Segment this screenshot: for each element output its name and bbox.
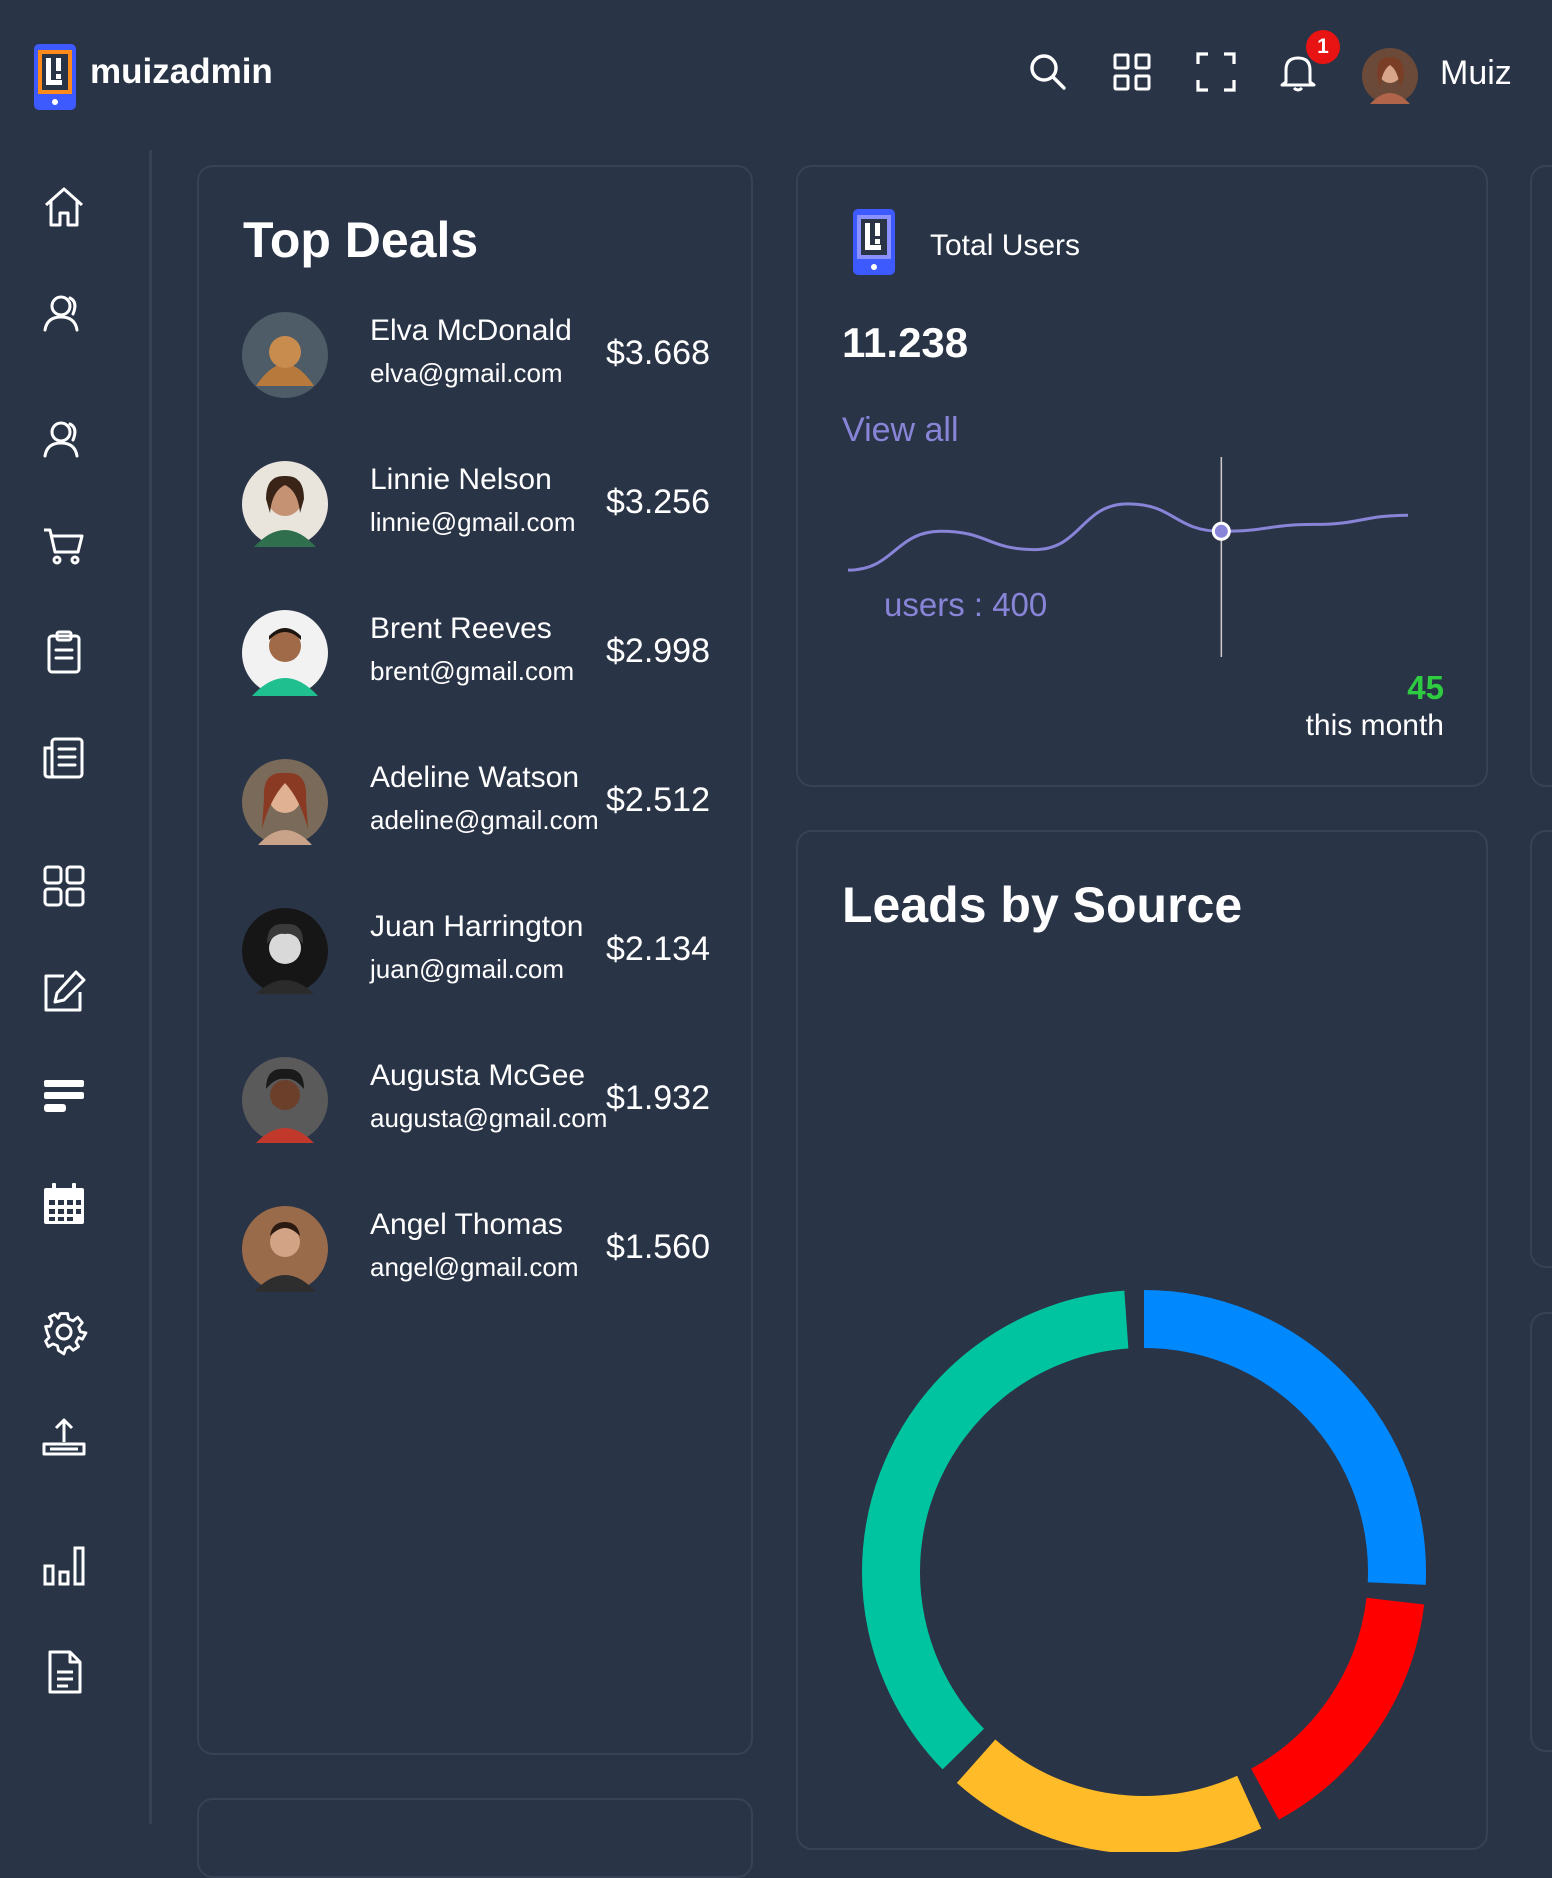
sidebar <box>0 150 152 1824</box>
total-users-line-chart[interactable] <box>838 457 1438 657</box>
deal-avatar <box>242 610 328 696</box>
user-name[interactable]: Muiz <box>1440 54 1512 93</box>
deal-avatar <box>242 1206 328 1292</box>
deal-avatar <box>242 908 328 994</box>
deal-row[interactable]: Elva McDonald elva@gmail.com $3.668 <box>242 312 722 402</box>
active-point[interactable] <box>1211 521 1231 541</box>
top-deals-title: Top Deals <box>243 212 479 268</box>
deal-email: linnie@gmail.com <box>370 507 576 537</box>
fullscreen-icon[interactable] <box>1194 50 1238 94</box>
notification-count-badge: 1 <box>1306 30 1340 64</box>
deal-amount: $1.560 <box>606 1228 710 1266</box>
list-icon[interactable] <box>40 1074 88 1122</box>
top-deals-card: Top Deals Elva McDonald elva@gmail.com $… <box>197 165 753 1755</box>
total-users-title: Total Users <box>930 229 1081 262</box>
deal-row[interactable]: Adeline Watson adeline@gmail.com $2.512 <box>242 759 722 849</box>
search-icon[interactable] <box>1026 50 1070 94</box>
deal-avatar <box>242 1057 328 1143</box>
settings-icon[interactable] <box>40 1308 88 1356</box>
leads-title: Leads by Source <box>842 877 1243 933</box>
deal-row[interactable]: Brent Reeves brent@gmail.com $2.998 <box>242 610 722 700</box>
profile-icon[interactable] <box>40 290 88 338</box>
donut-segment[interactable] <box>956 1739 1262 1852</box>
growth-percent: 45 <box>1407 669 1444 706</box>
deal-name: Elva McDonald <box>370 314 572 347</box>
leads-donut-chart[interactable] <box>798 832 1490 1852</box>
apps-grid-icon[interactable] <box>1110 50 1154 94</box>
users-icon[interactable] <box>40 416 88 464</box>
top-navbar: muizadmin 1 Muiz <box>0 0 1552 150</box>
right-card-edge <box>1530 165 1552 787</box>
deal-name: Juan Harrington <box>370 910 584 943</box>
bottom-card <box>197 1798 753 1878</box>
deal-amount: $2.134 <box>606 930 710 968</box>
donut-segment[interactable] <box>862 1290 1129 1770</box>
brand-name[interactable]: muizadmin <box>90 52 273 92</box>
news-icon[interactable] <box>40 734 88 782</box>
leads-by-source-card: Leads by Source <box>796 830 1490 1852</box>
deal-email: adeline@gmail.com <box>370 805 599 835</box>
deal-amount: $3.668 <box>606 334 710 372</box>
deal-row[interactable]: Linnie Nelson linnie@gmail.com $3.256 <box>242 461 722 551</box>
deal-email: brent@gmail.com <box>370 656 575 686</box>
users-card-icon <box>852 209 896 280</box>
deal-email: elva@gmail.com <box>370 358 563 388</box>
deal-amount: $3.256 <box>606 483 710 521</box>
deal-email: juan@gmail.com <box>370 954 565 984</box>
deal-name: Augusta McGee <box>370 1059 586 1092</box>
view-all-link[interactable]: View all <box>842 411 959 450</box>
deal-avatar <box>242 312 328 398</box>
right-card-edge <box>1530 1312 1552 1752</box>
total-users-value: 11.238 <box>842 319 969 366</box>
deal-row[interactable]: Juan Harrington juan@gmail.com $2.134 <box>242 908 722 998</box>
deal-amount: $1.932 <box>606 1079 710 1117</box>
growth-period: this month <box>1305 709 1444 742</box>
deal-name: Linnie Nelson <box>370 463 552 496</box>
deal-amount: $2.998 <box>606 632 710 670</box>
users-line <box>847 502 1409 572</box>
calendar-icon[interactable] <box>40 1180 88 1228</box>
user-avatar[interactable] <box>1362 48 1418 109</box>
cart-icon[interactable] <box>40 522 88 570</box>
deal-name: Adeline Watson <box>370 761 580 794</box>
edit-icon[interactable] <box>40 968 88 1016</box>
right-card-edge <box>1530 830 1552 1268</box>
grid-icon[interactable] <box>40 862 88 910</box>
app-logo-icon[interactable] <box>34 44 76 110</box>
deal-row[interactable]: Augusta McGee augusta@gmail.com $1.932 <box>242 1057 722 1147</box>
clipboard-icon[interactable] <box>40 628 88 676</box>
deal-avatar <box>242 759 328 845</box>
deal-email: angel@gmail.com <box>370 1252 579 1282</box>
chart-icon[interactable] <box>40 1542 88 1590</box>
document-icon[interactable] <box>40 1648 88 1696</box>
deal-row[interactable]: Angel Thomas angel@gmail.com $1.560 <box>242 1206 722 1296</box>
deal-email: augusta@gmail.com <box>370 1103 608 1133</box>
deal-amount: $2.512 <box>606 781 710 819</box>
donut-segment[interactable] <box>1250 1597 1425 1820</box>
total-users-card: Total Users 11.238 View all users : 400 … <box>796 165 1488 787</box>
donut-segment[interactable] <box>1143 1290 1426 1585</box>
deal-avatar <box>242 461 328 547</box>
upload-icon[interactable] <box>40 1414 88 1462</box>
deal-name: Angel Thomas <box>370 1208 563 1241</box>
home-icon[interactable] <box>40 183 88 231</box>
deal-name: Brent Reeves <box>370 612 552 645</box>
chart-tooltip: users : 400 <box>884 586 1048 623</box>
